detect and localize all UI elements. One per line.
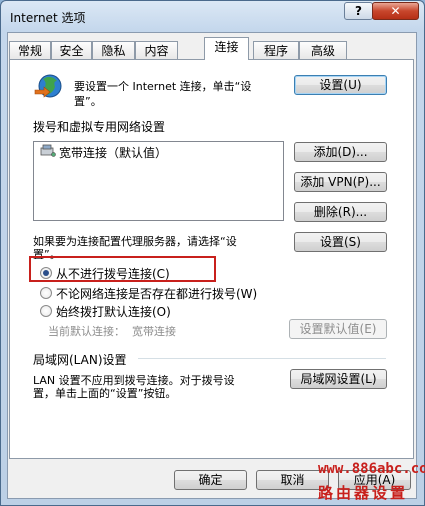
lan-section-title: 局域网(LAN)设置 <box>33 353 127 367</box>
tab-privacy[interactable]: 隐私 <box>92 41 135 60</box>
setup-description-line2: 置”。 <box>74 95 102 108</box>
globe-network-icon <box>34 74 62 98</box>
lan-description-line2: 置，单击上面的“设置”按钮。 <box>33 387 177 400</box>
close-button[interactable]: ✕ <box>372 2 419 20</box>
ok-button[interactable]: 确定 <box>174 470 247 490</box>
watermark-name: 路由器设置 <box>318 484 409 502</box>
proxy-description-line1: 如果要为连接配置代理服务器，请选择“设 <box>33 235 237 248</box>
title-bar: Internet 选项 ? ✕ <box>1 1 424 33</box>
help-button[interactable]: ? <box>344 2 373 20</box>
dialup-section-title: 拨号和虚拟专用网络设置 <box>33 120 166 134</box>
tab-connections[interactable]: 连接 <box>204 37 249 60</box>
window-title: Internet 选项 <box>10 11 86 25</box>
radio-always-dial[interactable] <box>40 305 52 317</box>
tab-programs[interactable]: 程序 <box>253 41 299 60</box>
delete-button[interactable]: 删除(R)... <box>294 202 387 222</box>
tab-advanced[interactable]: 高级 <box>299 41 347 60</box>
current-default-value: 宽带连接 <box>132 325 176 338</box>
dialup-settings-button[interactable]: 设置(S) <box>294 232 387 252</box>
tab-security[interactable]: 安全 <box>51 41 92 60</box>
watermark-url: www.886abc.com <box>318 461 425 477</box>
lan-separator <box>138 358 386 359</box>
tab-general[interactable]: 常规 <box>9 41 51 60</box>
list-item-broadband[interactable]: 宽带连接（默认值） <box>59 144 167 161</box>
broadband-connection-icon <box>40 144 56 157</box>
radio-dial-whenever-label[interactable]: 不论网络连接是否存在都进行拨号(W) <box>56 285 257 302</box>
tab-content[interactable]: 内容 <box>135 41 178 60</box>
radio-always-dial-label[interactable]: 始终拨打默认连接(O) <box>56 303 171 320</box>
radio-never-dial-label[interactable]: 从不进行拨号连接(C) <box>56 265 170 282</box>
radio-dial-whenever[interactable] <box>40 287 52 299</box>
add-vpn-button[interactable]: 添加 VPN(P)... <box>294 172 387 192</box>
lan-settings-button[interactable]: 局域网设置(L) <box>290 369 387 389</box>
setup-button[interactable]: 设置(U) <box>294 75 387 95</box>
add-button[interactable]: 添加(D)... <box>294 142 387 162</box>
setup-description-line1: 要设置一个 Internet 连接，单击“设 <box>74 80 252 93</box>
radio-never-dial[interactable] <box>40 267 52 279</box>
set-default-button[interactable]: 设置默认值(E) <box>289 319 387 339</box>
current-default-label: 当前默认连接： <box>48 325 125 338</box>
